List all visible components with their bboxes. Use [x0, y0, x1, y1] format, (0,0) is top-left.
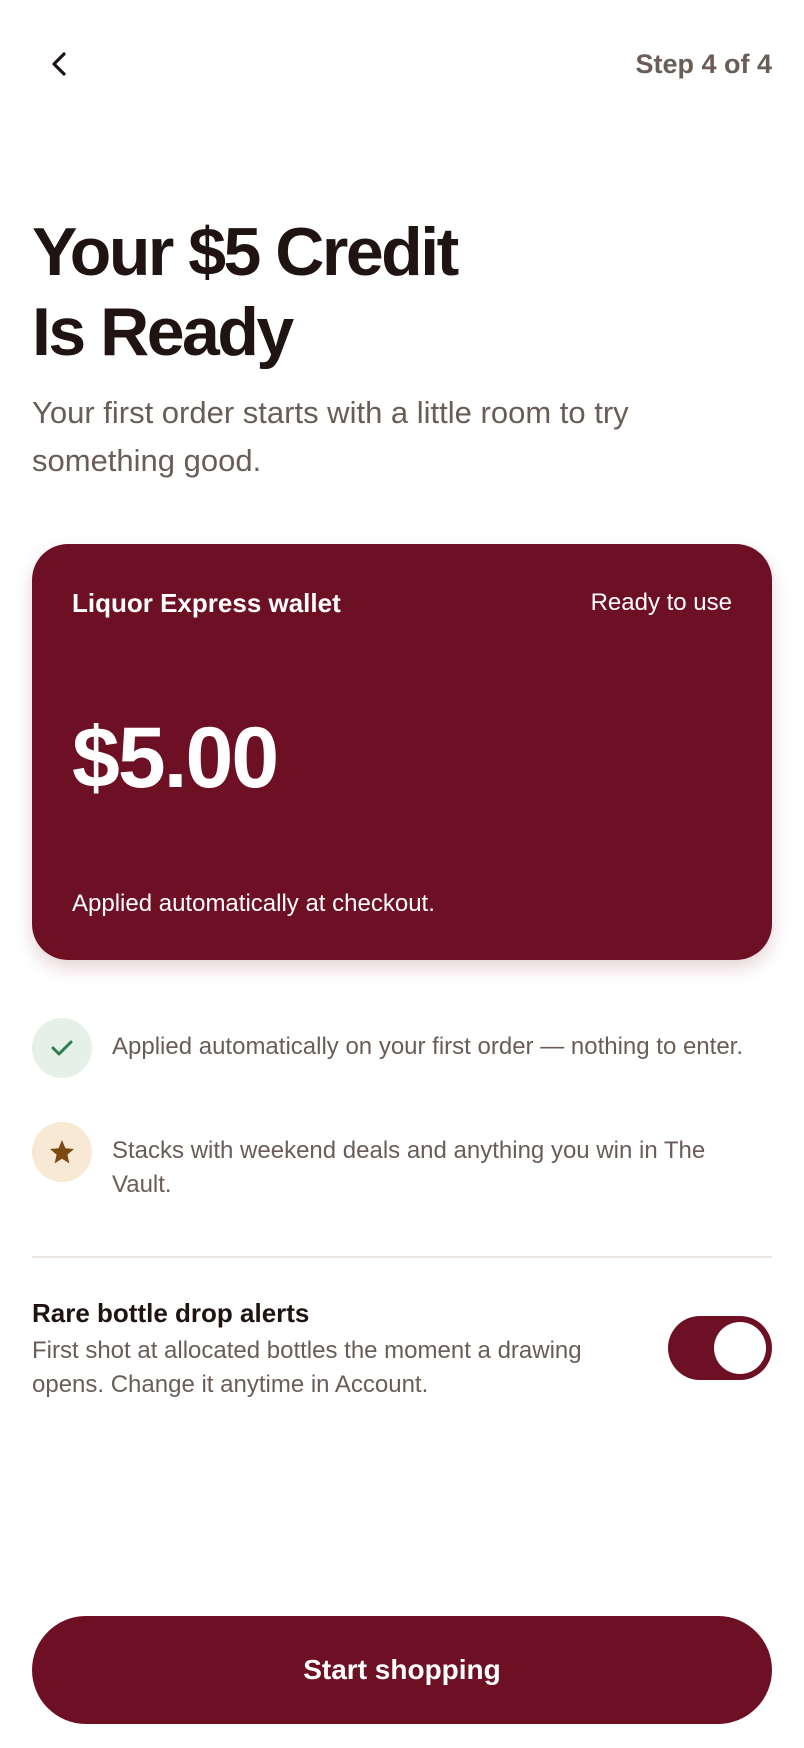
alerts-title: Rare bottle drop alerts [32, 1298, 310, 1328]
benefit-text: Applied automatically on your first orde… [112, 1033, 744, 1060]
page-title-line-2: Is Ready [32, 294, 294, 370]
step-indicator: Step 4 of 4 [635, 49, 772, 79]
star-icon [32, 1122, 92, 1182]
wallet-status: Ready to use [590, 589, 732, 616]
section-divider [32, 1256, 772, 1258]
alerts-description: First shot at allocated bottles the mome… [32, 1337, 582, 1398]
wallet-card: Liquor Express wallet Ready to use $5.00… [32, 544, 772, 960]
page-subtitle: Your first order starts with a little ro… [32, 395, 629, 478]
benefit-item: Applied automatically on your first orde… [32, 1018, 772, 1078]
wallet-name: Liquor Express wallet [72, 588, 341, 618]
benefit-text: Stacks with weekend deals and anything y… [112, 1137, 706, 1198]
benefit-item: Stacks with weekend deals and anything y… [32, 1122, 772, 1202]
start-shopping-button[interactable]: Start shopping [32, 1616, 772, 1724]
page-title-line-1: Your $5 Credit [32, 214, 459, 290]
onboarding-credit-screen: Step 4 of 4 Your $5 Credit Is Ready Your… [0, 0, 804, 1748]
chevron-left-icon [52, 52, 66, 76]
check-icon [32, 1018, 92, 1078]
back-button[interactable] [40, 44, 80, 84]
page-title: Your $5 Credit Is Ready [32, 212, 772, 372]
toggle-knob [714, 1322, 766, 1374]
wallet-note: Applied automatically at checkout. [72, 890, 435, 917]
alerts-toggle[interactable] [668, 1316, 772, 1380]
wallet-amount: $5.00 [72, 710, 279, 806]
